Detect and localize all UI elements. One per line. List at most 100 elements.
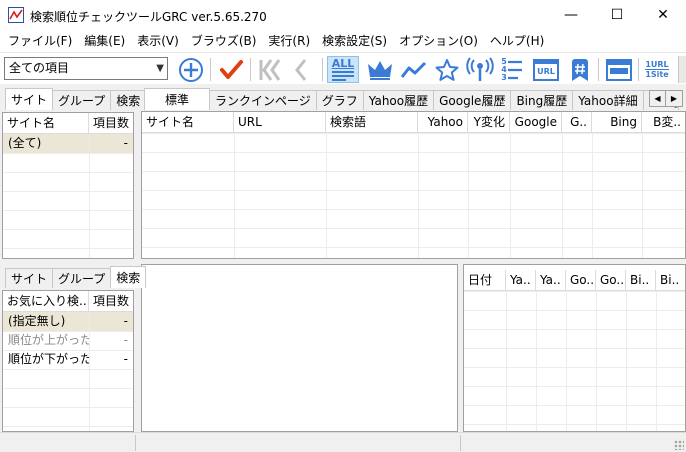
- column-header-keyword[interactable]: 検索語: [326, 112, 418, 132]
- list-item[interactable]: (全て) -: [3, 134, 133, 153]
- caret-right-icon: ▶: [670, 94, 678, 103]
- menu-help[interactable]: ヘルプ(H): [484, 30, 550, 52]
- list-item-count: -: [123, 136, 128, 150]
- favorite-button[interactable]: [432, 56, 462, 83]
- favorite-panel-tabs: サイト グループ 検索: [5, 266, 147, 288]
- menu-file[interactable]: ファイル(F): [2, 30, 78, 52]
- window-title: 検索順位チェックツールGRC ver.5.65.270: [30, 10, 267, 24]
- show-all-button[interactable]: ALL: [327, 56, 359, 83]
- menu-run[interactable]: 実行(R): [262, 30, 316, 52]
- results-tabs: 標準 ランクインページ グラフ Yahoo履歴 Google履歴 Bing履歴 …: [144, 88, 679, 110]
- column-header-count[interactable]: 項目数: [89, 113, 133, 133]
- maximize-button[interactable]: ☐: [594, 0, 640, 30]
- tab-group[interactable]: グループ: [52, 90, 112, 110]
- column-header-site-name[interactable]: サイト名: [142, 112, 234, 132]
- tab-graph[interactable]: グラフ: [315, 90, 364, 110]
- tab-yahoo-detail[interactable]: Yahoo詳細: [572, 90, 644, 110]
- column-header-bing-change[interactable]: B変..: [642, 112, 685, 132]
- star-icon: [435, 58, 459, 81]
- results-table-header: サイト名 URL 検索語 Yahoo Y変化 Google G.. Bing B…: [142, 112, 685, 133]
- toolbar-separator: [322, 58, 323, 81]
- tab-site[interactable]: サイト: [5, 88, 54, 110]
- add-button[interactable]: [176, 56, 206, 83]
- history-panel: 日付 Ya.. Ya.. Go.. Go.. Bi.. Bi..: [463, 264, 686, 432]
- tab-scroll-right-button[interactable]: ▶: [666, 90, 683, 107]
- column-header-google-rank[interactable]: Go..: [566, 270, 596, 290]
- column-divider: [418, 133, 419, 258]
- graph-panel: [141, 264, 458, 432]
- menu-browse[interactable]: ブラウズ(B): [185, 30, 263, 52]
- column-header-yahoo-rank[interactable]: Ya..: [506, 270, 536, 290]
- chevron-down-icon: ▼: [156, 63, 164, 74]
- maximize-icon: ☐: [610, 7, 624, 23]
- history-table-body: [464, 291, 685, 431]
- menu-search-settings[interactable]: 検索設定(S): [316, 30, 393, 52]
- column-header-yahoo-change[interactable]: Y変化: [468, 112, 510, 132]
- column-header-google-change[interactable]: G..: [562, 112, 592, 132]
- previous-button[interactable]: [288, 56, 314, 83]
- column-header-date[interactable]: 日付: [464, 270, 506, 290]
- column-header-google-change[interactable]: Go..: [596, 270, 626, 290]
- menu-edit[interactable]: 編集(E): [78, 30, 131, 52]
- first-button[interactable]: [256, 56, 284, 83]
- menu-view[interactable]: 表示(V): [131, 30, 185, 52]
- rank-count-button[interactable]: 5 4 3: [498, 56, 526, 83]
- column-header-site-name[interactable]: サイト名: [3, 113, 89, 133]
- results-table: サイト名 URL 検索語 Yahoo Y変化 Google G.. Bing B…: [141, 111, 686, 259]
- tab-bing-history[interactable]: Bing履歴: [510, 90, 574, 110]
- favorite-list-body: (指定無し) - 順位が上がった - 順位が下がった -: [3, 312, 133, 431]
- column-divider: [642, 133, 643, 258]
- minimize-icon: —: [564, 7, 578, 23]
- list-item-name: 順位が下がった: [8, 352, 89, 366]
- site-list: サイト名 項目数 (全て) -: [2, 112, 134, 259]
- menu-options[interactable]: オプション(O): [393, 30, 484, 52]
- column-header-bing-change[interactable]: Bi..: [656, 270, 685, 290]
- list-item[interactable]: (指定無し) -: [3, 312, 133, 331]
- tag-button[interactable]: [566, 56, 594, 83]
- column-header-favorite-search[interactable]: お気に入り検..: [3, 291, 89, 311]
- column-header-count[interactable]: 項目数: [89, 291, 133, 311]
- tab-google-history[interactable]: Google履歴: [433, 90, 512, 110]
- filter-select[interactable]: 全ての項目 ▼: [4, 57, 168, 80]
- minimize-button[interactable]: —: [548, 0, 594, 30]
- tab-yahoo-history[interactable]: Yahoo履歴: [362, 90, 435, 110]
- signal-button[interactable]: [464, 56, 496, 83]
- column-header-url[interactable]: URL: [234, 112, 326, 132]
- show-all-label: ALL: [331, 57, 355, 70]
- close-button[interactable]: ✕: [640, 0, 686, 30]
- url-window-icon: URL: [533, 58, 559, 81]
- list-item[interactable]: 順位が下がった -: [3, 350, 133, 369]
- check-button[interactable]: [216, 56, 246, 83]
- one-url-per-site-icon: 1URL 1Site: [645, 60, 669, 79]
- tab-site[interactable]: サイト: [5, 268, 54, 288]
- url-label: URL: [537, 66, 555, 76]
- tab-scroll-left-button[interactable]: ◀: [649, 90, 666, 107]
- top-rank-button[interactable]: [364, 56, 396, 83]
- caret-left-icon: ◀: [654, 94, 661, 103]
- column-header-bing-rank[interactable]: Bi..: [626, 270, 656, 290]
- ranking-list-icon: 5 4 3: [501, 57, 523, 82]
- column-divider: [592, 133, 593, 258]
- toolbar-overflow-button[interactable]: [678, 56, 686, 83]
- one-url-per-site-button[interactable]: 1URL 1Site: [642, 56, 672, 83]
- tab-group[interactable]: グループ: [52, 268, 112, 288]
- column-divider: [510, 133, 511, 258]
- tab-standard[interactable]: 標準: [144, 88, 211, 110]
- trend-button[interactable]: [398, 56, 430, 83]
- list-all-icon: ALL: [330, 58, 356, 81]
- toolbar-separator: [598, 58, 599, 81]
- status-divider: [460, 435, 461, 451]
- list-item[interactable]: 順位が上がった -: [3, 331, 133, 350]
- resize-grip-icon[interactable]: [674, 440, 684, 450]
- app-icon: [8, 7, 24, 23]
- column-header-bing[interactable]: Bing: [592, 112, 642, 132]
- column-header-yahoo[interactable]: Yahoo: [418, 112, 468, 132]
- hashtag-icon: [572, 58, 588, 81]
- url-button[interactable]: URL: [530, 56, 562, 83]
- layout-button[interactable]: [604, 56, 634, 83]
- tab-search[interactable]: 検索: [110, 266, 147, 288]
- tab-rank-in-page[interactable]: ランクインページ: [209, 90, 317, 110]
- column-header-yahoo-change[interactable]: Ya..: [536, 270, 566, 290]
- column-header-google[interactable]: Google: [510, 112, 562, 132]
- favorite-search-list: お気に入り検.. 項目数 (指定無し) - 順位が上がった - 順位が下がった …: [2, 290, 134, 432]
